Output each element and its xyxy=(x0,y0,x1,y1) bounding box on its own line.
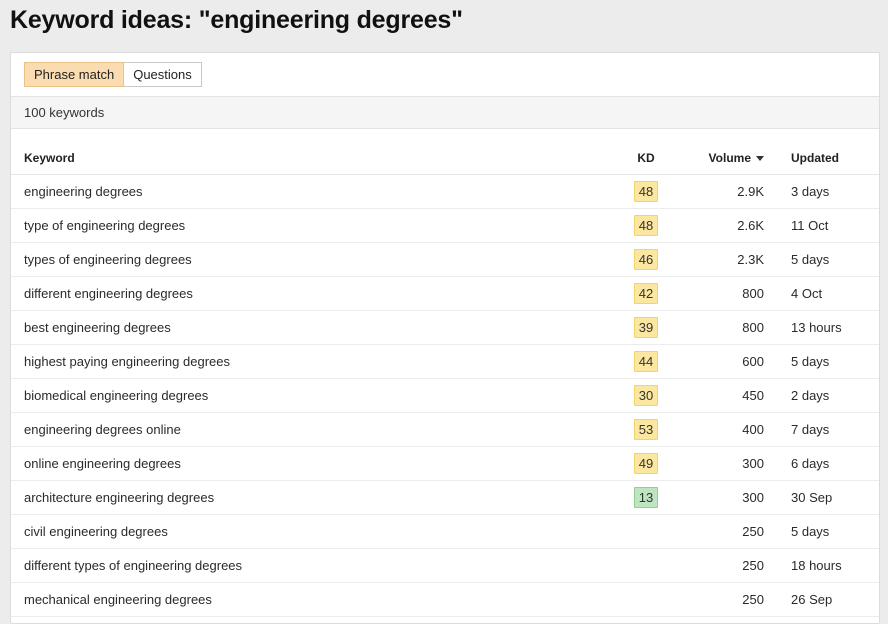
column-header-volume[interactable]: Volume xyxy=(677,141,764,175)
tab-questions[interactable]: Questions xyxy=(124,62,202,87)
keyword-cell[interactable]: different types of engineering degrees xyxy=(11,549,615,583)
updated-cell: 7 days xyxy=(764,413,879,447)
updated-cell: 2 days xyxy=(764,379,879,413)
volume-cell: 600 xyxy=(677,345,764,379)
table-row[interactable]: different engineering degrees 42 8004 Oct xyxy=(11,277,879,311)
kd-cell: 39 xyxy=(615,311,677,345)
keyword-cell[interactable]: online engineering degrees xyxy=(11,447,615,481)
volume-cell: 250 xyxy=(677,583,764,617)
updated-cell: 11 Oct xyxy=(764,209,879,243)
keyword-cell[interactable]: type of engineering degrees xyxy=(11,209,615,243)
kd-cell: 44 xyxy=(615,345,677,379)
volume-cell: 300 xyxy=(677,447,764,481)
results-summary-bar: 100 keywords xyxy=(11,96,879,129)
kd-cell xyxy=(615,549,677,583)
volume-cell: 2.9K xyxy=(677,175,764,209)
column-header-volume-label: Volume xyxy=(709,151,751,165)
column-header-keyword[interactable]: Keyword xyxy=(11,141,615,175)
table-row[interactable]: best online engineering degrees 2004 days xyxy=(11,617,879,624)
page-title: Keyword ideas: "engineering degrees" xyxy=(10,6,463,35)
keyword-cell[interactable]: engineering degrees xyxy=(11,175,615,209)
tab-phrase-match[interactable]: Phrase match xyxy=(24,62,124,87)
volume-cell: 800 xyxy=(677,311,764,345)
keyword-cell[interactable]: best online engineering degrees xyxy=(11,617,615,624)
volume-cell: 250 xyxy=(677,515,764,549)
updated-cell: 5 days xyxy=(764,345,879,379)
keyword-cell[interactable]: civil engineering degrees xyxy=(11,515,615,549)
kd-cell: 49 xyxy=(615,447,677,481)
kd-badge: 39 xyxy=(634,317,658,338)
kd-badge: 13 xyxy=(634,487,658,508)
column-header-kd[interactable]: KD xyxy=(615,141,677,175)
table-row[interactable]: different types of engineering degrees 25… xyxy=(11,549,879,583)
kd-cell: 46 xyxy=(615,243,677,277)
keyword-rows: engineering degrees482.9K3 daystype of e… xyxy=(11,175,879,624)
keyword-cell[interactable]: best engineering degrees xyxy=(11,311,615,345)
table-header-row: Keyword KD Volume Updated xyxy=(11,141,879,175)
volume-cell: 300 xyxy=(677,481,764,515)
updated-cell: 4 Oct xyxy=(764,277,879,311)
keyword-table: Keyword KD Volume Updated engineering de… xyxy=(11,141,879,624)
table-row[interactable]: type of engineering degrees 48 2.6K11 Oct xyxy=(11,209,879,243)
updated-cell: 5 days xyxy=(764,515,879,549)
kd-cell: 30 xyxy=(615,379,677,413)
table-row[interactable]: architecture engineering degrees 13 30030 … xyxy=(11,481,879,515)
updated-cell: 4 days xyxy=(764,617,879,624)
volume-cell: 200 xyxy=(677,617,764,624)
kd-badge: 49 xyxy=(634,453,658,474)
table-row[interactable]: online engineering degrees 49 3006 days xyxy=(11,447,879,481)
kd-badge: 30 xyxy=(634,385,658,406)
keyword-cell[interactable]: mechanical engineering degrees xyxy=(11,583,615,617)
kd-cell xyxy=(615,515,677,549)
kd-badge: 53 xyxy=(634,419,658,440)
volume-cell: 2.6K xyxy=(677,209,764,243)
column-header-updated[interactable]: Updated xyxy=(764,141,879,175)
match-type-tabs: Phrase match Questions xyxy=(24,62,202,87)
table-row[interactable]: biomedical engineering degrees 30 4502 day… xyxy=(11,379,879,413)
keyword-count: 100 keywords xyxy=(24,105,104,120)
kd-cell xyxy=(615,617,677,624)
kd-badge: 48 xyxy=(634,215,658,236)
table-row[interactable]: types of engineering degrees 46 2.3K5 days xyxy=(11,243,879,277)
keyword-cell[interactable]: biomedical engineering degrees xyxy=(11,379,615,413)
table-row[interactable]: best engineering degrees 39 80013 hours xyxy=(11,311,879,345)
table-row[interactable]: mechanical engineering degrees 25026 Sep xyxy=(11,583,879,617)
table-row[interactable]: engineering degrees online 53 4007 days xyxy=(11,413,879,447)
kd-cell: 13 xyxy=(615,481,677,515)
keyword-cell[interactable]: architecture engineering degrees xyxy=(11,481,615,515)
kd-badge: 42 xyxy=(634,283,658,304)
updated-cell: 5 days xyxy=(764,243,879,277)
updated-cell: 30 Sep xyxy=(764,481,879,515)
updated-cell: 26 Sep xyxy=(764,583,879,617)
volume-cell: 250 xyxy=(677,549,764,583)
caret-down-icon xyxy=(756,156,764,161)
kd-badge: 48 xyxy=(634,181,658,202)
keyword-cell[interactable]: types of engineering degrees xyxy=(11,243,615,277)
kd-cell xyxy=(615,583,677,617)
updated-cell: 3 days xyxy=(764,175,879,209)
table-row[interactable]: civil engineering degrees 2505 days xyxy=(11,515,879,549)
table-row[interactable]: engineering degrees 48 2.9K3 days xyxy=(11,175,879,209)
volume-cell: 400 xyxy=(677,413,764,447)
kd-badge: 46 xyxy=(634,249,658,270)
table-row[interactable]: highest paying engineering degrees 44 6005… xyxy=(11,345,879,379)
volume-cell: 450 xyxy=(677,379,764,413)
kd-cell: 42 xyxy=(615,277,677,311)
kd-badge: 44 xyxy=(634,351,658,372)
updated-cell: 13 hours xyxy=(764,311,879,345)
keyword-panel: Phrase match Questions 100 keywords Keyw… xyxy=(10,52,880,624)
keyword-cell[interactable]: different engineering degrees xyxy=(11,277,615,311)
updated-cell: 6 days xyxy=(764,447,879,481)
keyword-cell[interactable]: highest paying engineering degrees xyxy=(11,345,615,379)
kd-cell: 53 xyxy=(615,413,677,447)
volume-cell: 800 xyxy=(677,277,764,311)
kd-cell: 48 xyxy=(615,175,677,209)
kd-cell: 48 xyxy=(615,209,677,243)
updated-cell: 18 hours xyxy=(764,549,879,583)
volume-cell: 2.3K xyxy=(677,243,764,277)
keyword-cell[interactable]: engineering degrees online xyxy=(11,413,615,447)
